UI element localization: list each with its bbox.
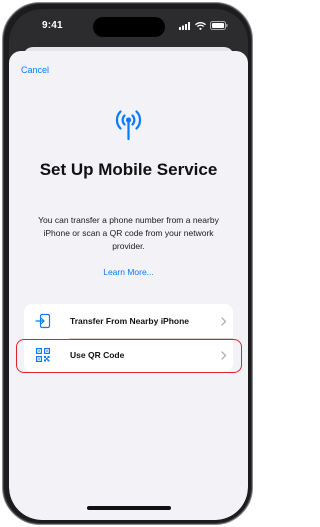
qr-code-icon — [24, 348, 62, 362]
options-list: Transfer From Nearby iPhone Use QR Code — [24, 304, 233, 372]
status-icons — [179, 21, 228, 30]
chevron-right-icon — [215, 350, 233, 360]
transfer-option-label: Transfer From Nearby iPhone — [70, 316, 190, 326]
dynamic-island — [93, 17, 165, 37]
transfer-icon — [24, 313, 62, 329]
page-title: Set Up Mobile Service — [39, 160, 218, 179]
chevron-right-icon — [215, 316, 233, 326]
status-bar: 9:41 — [9, 9, 248, 43]
cellular-signal-icon — [179, 21, 190, 30]
description-text: You can transfer a phone number from a n… — [38, 215, 219, 251]
wifi-icon — [195, 21, 206, 30]
cancel-button[interactable]: Cancel — [21, 65, 49, 75]
screen: 9:41 Cancel Set Up Mobile Service You ca… — [9, 9, 248, 520]
use-qr-code-option[interactable]: Use QR Code — [24, 338, 233, 372]
qr-option-label: Use QR Code — [70, 350, 125, 360]
setup-sheet: Cancel Set Up Mobile Service You can tra… — [9, 51, 248, 520]
learn-more-link[interactable]: Learn More... — [9, 267, 248, 277]
phone-frame: 9:41 Cancel Set Up Mobile Service You ca… — [2, 2, 253, 525]
battery-icon — [210, 21, 228, 30]
home-indicator — [87, 506, 171, 510]
status-time: 9:41 — [42, 20, 63, 31]
cellular-antenna-icon — [115, 110, 142, 141]
transfer-from-nearby-iphone-option[interactable]: Transfer From Nearby iPhone — [24, 304, 233, 338]
